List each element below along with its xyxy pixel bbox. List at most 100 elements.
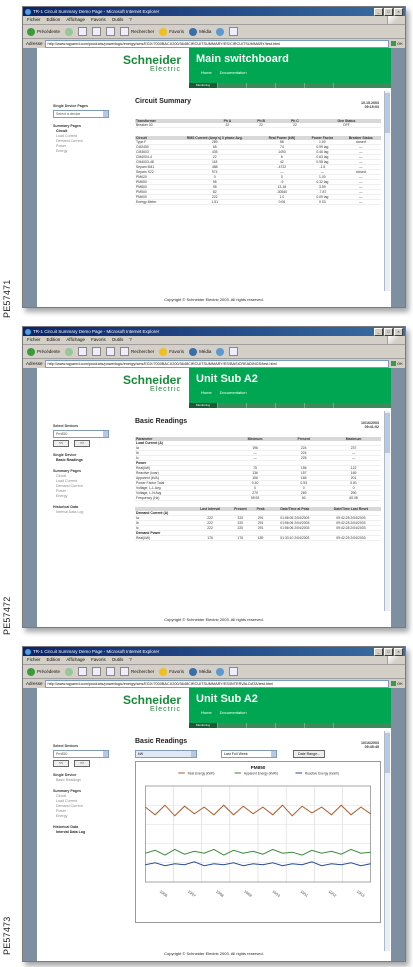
menu-view[interactable]: Affichage xyxy=(66,16,85,24)
history-icon[interactable] xyxy=(216,27,225,36)
nav-home-link[interactable]: Home xyxy=(201,70,212,75)
go-button[interactable]: OK xyxy=(391,41,405,47)
menu-file[interactable]: Fichier xyxy=(27,16,41,24)
tab-4[interactable] xyxy=(276,83,305,88)
media-button[interactable]: Média xyxy=(189,27,211,36)
go-button[interactable]: OK xyxy=(391,361,405,367)
minimize-button[interactable]: _ xyxy=(374,8,383,16)
tab-5[interactable] xyxy=(305,723,334,728)
nav-documentation-link[interactable]: Documentation xyxy=(220,390,247,395)
tab-3[interactable] xyxy=(247,83,276,88)
refresh-icon[interactable] xyxy=(92,27,102,36)
tab-monitoring[interactable]: Monitoring xyxy=(189,403,218,408)
scrollbar-thumb[interactable] xyxy=(385,93,390,133)
prev-device-button[interactable]: << xyxy=(53,760,69,767)
home-icon[interactable] xyxy=(106,27,116,36)
maximize-button[interactable]: □ xyxy=(384,8,393,16)
tab-2[interactable] xyxy=(218,403,247,408)
menu-tools[interactable]: Outils xyxy=(112,656,124,664)
menu-favorites[interactable]: Favoris xyxy=(91,656,106,664)
nav-home-link[interactable]: Home xyxy=(201,710,212,715)
tab-5[interactable] xyxy=(305,83,334,88)
scrollbar[interactable] xyxy=(384,731,390,951)
sidebar-item-energy[interactable]: Energy xyxy=(53,814,117,819)
favorites-button[interactable]: Favoris xyxy=(159,667,184,676)
menu-view[interactable]: Affichage xyxy=(66,656,85,664)
period-select[interactable]: Last Full Week xyxy=(221,750,277,758)
date-range-button[interactable]: Date Range... xyxy=(293,749,326,758)
search-button[interactable]: Rechercher xyxy=(120,347,154,356)
back-button[interactable]: Précédente xyxy=(27,347,60,356)
favorites-button[interactable]: Favoris xyxy=(159,27,184,36)
media-button[interactable]: Média xyxy=(189,347,211,356)
next-device-button[interactable]: >> xyxy=(74,440,90,447)
search-button[interactable]: Rechercher xyxy=(120,667,154,676)
tab-3[interactable] xyxy=(247,723,276,728)
next-device-button[interactable]: >> xyxy=(74,760,90,767)
tab-5[interactable] xyxy=(305,403,334,408)
mail-icon[interactable] xyxy=(229,27,239,36)
sidebar-item-basic-readings[interactable]: Basic Readings xyxy=(53,458,117,463)
menu-favorites[interactable]: Favoris xyxy=(91,16,106,24)
device-select[interactable]: Pm850 xyxy=(53,750,109,758)
history-icon[interactable] xyxy=(216,347,225,356)
back-button[interactable]: Précédente xyxy=(27,27,60,36)
channel-select[interactable]: kW xyxy=(135,750,197,758)
menu-file[interactable]: Fichier xyxy=(27,656,41,664)
address-input[interactable]: http://www.sqyared.com/products/powerlog… xyxy=(44,679,389,688)
history-icon[interactable] xyxy=(216,667,225,676)
menu-tools[interactable]: Outils xyxy=(112,16,124,24)
minimize-button[interactable]: _ xyxy=(374,648,383,656)
minimize-button[interactable]: _ xyxy=(374,328,383,336)
address-input[interactable]: http://www.sqyared.com/products/powerlog… xyxy=(44,359,389,368)
tab-monitoring[interactable]: Monitoring xyxy=(189,723,218,728)
tab-2[interactable] xyxy=(218,723,247,728)
nav-home-link[interactable]: Home xyxy=(201,390,212,395)
tab-2[interactable] xyxy=(218,83,247,88)
favorites-button[interactable]: Favoris xyxy=(159,347,184,356)
search-button[interactable]: Rechercher xyxy=(120,27,154,36)
menu-help[interactable]: ? xyxy=(129,16,132,24)
menu-file[interactable]: Fichier xyxy=(27,336,41,344)
sidebar-item-energy[interactable]: Energy xyxy=(53,149,117,154)
sidebar-item-basic-readings[interactable]: Basic Readings xyxy=(53,778,117,783)
menu-help[interactable]: ? xyxy=(129,656,132,664)
nav-documentation-link[interactable]: Documentation xyxy=(220,710,247,715)
menu-edit[interactable]: Edition xyxy=(47,656,61,664)
close-button[interactable]: × xyxy=(394,648,403,656)
back-button[interactable]: Précédente xyxy=(27,667,60,676)
forward-button[interactable] xyxy=(65,667,74,676)
sidebar-item-interval-data-log[interactable]: Interval Data Log xyxy=(53,510,117,515)
forward-button[interactable] xyxy=(65,27,74,36)
scrollbar-thumb[interactable] xyxy=(385,733,390,773)
sidebar-item-interval-data-log[interactable]: Interval Data Log xyxy=(53,830,117,835)
menu-edit[interactable]: Edition xyxy=(47,336,61,344)
scrollbar[interactable] xyxy=(384,91,390,291)
address-input[interactable]: http://www.sqyared.com/products/powerlog… xyxy=(44,39,389,48)
scrollbar-thumb[interactable] xyxy=(385,413,390,453)
tab-4[interactable] xyxy=(276,723,305,728)
menu-tools[interactable]: Outils xyxy=(112,336,124,344)
sidebar-item-energy[interactable]: Energy xyxy=(53,494,117,499)
menu-view[interactable]: Affichage xyxy=(66,336,85,344)
menu-edit[interactable]: Edition xyxy=(47,16,61,24)
media-button[interactable]: Média xyxy=(189,667,211,676)
mail-icon[interactable] xyxy=(229,667,239,676)
forward-button[interactable] xyxy=(65,347,74,356)
home-icon[interactable] xyxy=(106,667,116,676)
refresh-icon[interactable] xyxy=(92,667,102,676)
refresh-icon[interactable] xyxy=(92,347,102,356)
maximize-button[interactable]: □ xyxy=(384,648,393,656)
home-icon[interactable] xyxy=(106,347,116,356)
maximize-button[interactable]: □ xyxy=(384,328,393,336)
tab-monitoring[interactable]: Monitoring xyxy=(189,83,218,88)
go-button[interactable]: OK xyxy=(391,681,405,687)
menu-favorites[interactable]: Favoris xyxy=(91,336,106,344)
prev-device-button[interactable]: << xyxy=(53,440,69,447)
nav-documentation-link[interactable]: Documentation xyxy=(220,70,247,75)
device-select[interactable]: Pm850 xyxy=(53,430,109,438)
stop-icon[interactable] xyxy=(78,27,88,36)
tab-4[interactable] xyxy=(276,403,305,408)
menu-help[interactable]: ? xyxy=(129,336,132,344)
close-button[interactable]: × xyxy=(394,328,403,336)
